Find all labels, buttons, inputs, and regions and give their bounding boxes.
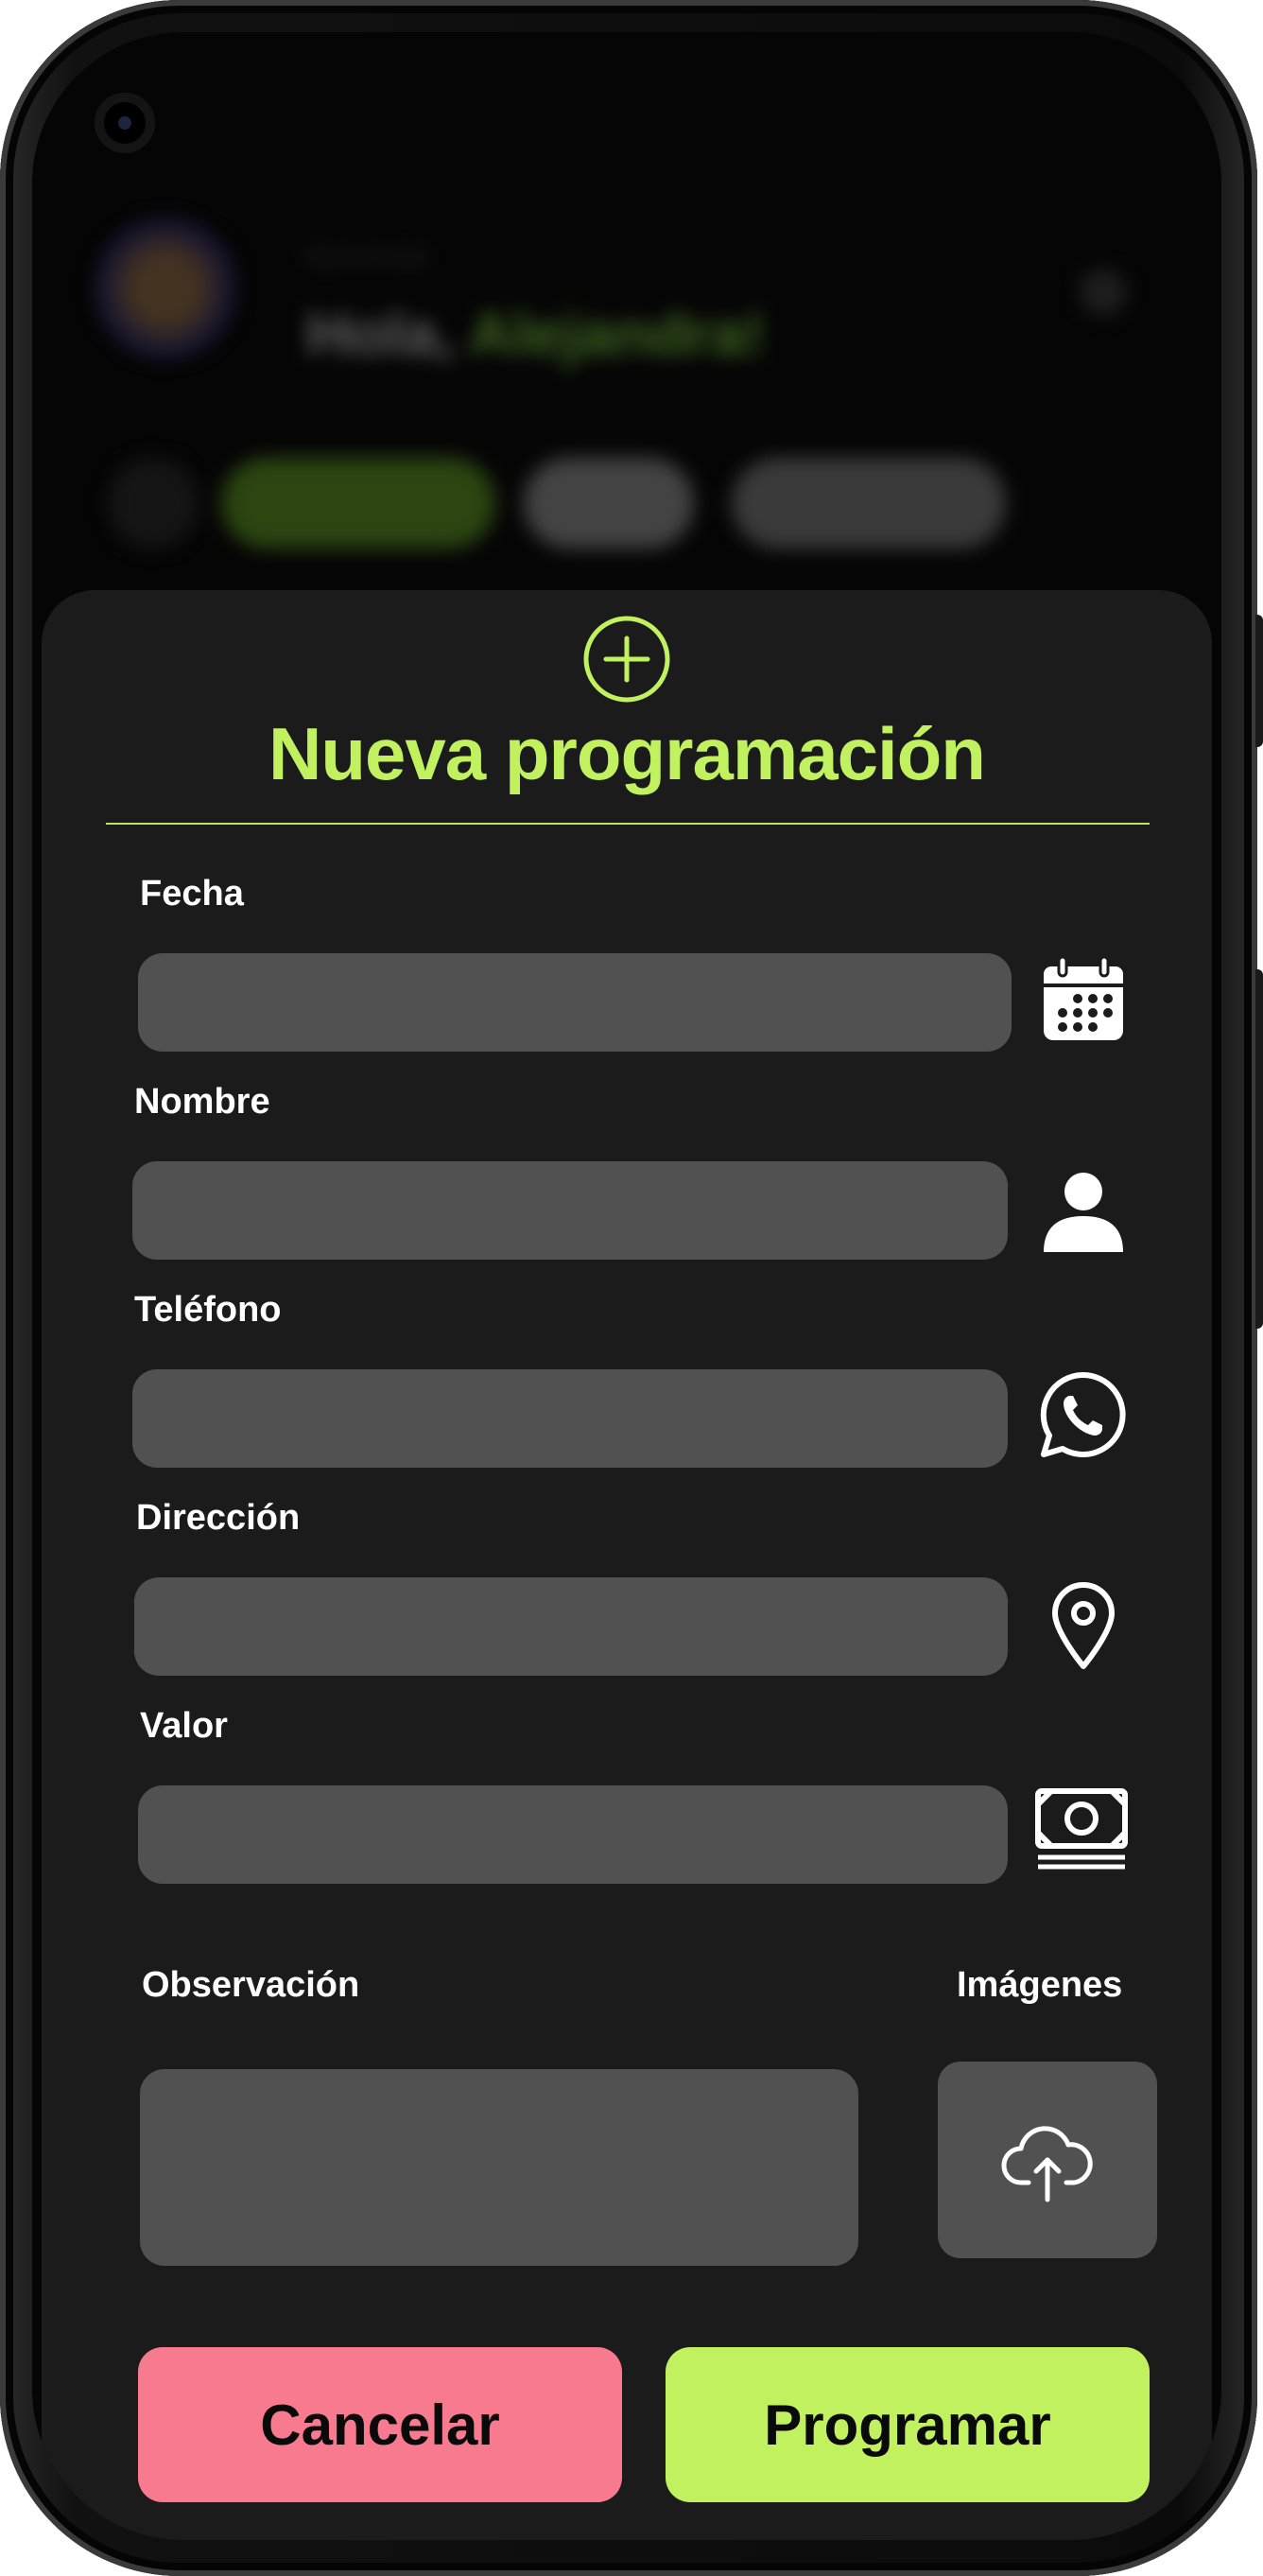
phone-frame: Bienvenida Hola, Alejandra! Nueva progra… <box>0 0 1263 2576</box>
cloud-upload-icon <box>1001 2126 1093 2202</box>
power-button <box>1255 969 1263 1329</box>
volume-button <box>1255 615 1263 747</box>
filter-pill <box>221 458 495 548</box>
screen: Bienvenida Hola, Alejandra! Nueva progra… <box>32 32 1221 2540</box>
cancel-button[interactable]: Cancelar <box>138 2347 622 2502</box>
user-icon <box>1044 1173 1123 1252</box>
fecha-label: Fecha <box>140 874 244 914</box>
front-camera <box>104 102 146 144</box>
calendar-icon[interactable] <box>1036 953 1131 1048</box>
fecha-input[interactable] <box>138 953 1012 1052</box>
telefono-label: Teléfono <box>134 1290 282 1330</box>
observacion-label: Observación <box>142 1965 360 2005</box>
location-pin-icon[interactable] <box>1036 1577 1131 1672</box>
add-circle-icon <box>583 616 670 703</box>
greeting-name: Alejandra! <box>468 300 765 368</box>
submit-button[interactable]: Programar <box>666 2347 1150 2502</box>
filter-pill <box>108 458 199 548</box>
telefono-input[interactable] <box>132 1369 1008 1468</box>
direccion-input[interactable] <box>134 1577 1008 1676</box>
new-schedule-modal: Nueva programación Fecha Nombre Teléfono… <box>42 590 1212 2540</box>
filter-pill <box>732 458 1006 548</box>
notification-icon <box>1080 269 1127 316</box>
nombre-input[interactable] <box>132 1161 1008 1260</box>
greeting: Hola, Alejandra! <box>306 299 765 369</box>
imagenes-label: Imágenes <box>957 1965 1123 2005</box>
valor-input[interactable] <box>138 1785 1008 1884</box>
valor-label: Valor <box>140 1706 228 1746</box>
modal-title: Nueva programación <box>268 712 986 795</box>
welcome-text: Bienvenida <box>306 242 428 270</box>
observacion-textarea[interactable] <box>140 2069 858 2266</box>
avatar <box>95 218 236 359</box>
greeting-hello: Hola, <box>306 300 455 368</box>
nombre-label: Nombre <box>134 1082 270 1122</box>
filter-pill <box>524 458 694 548</box>
background-app: Bienvenida Hola, Alejandra! <box>32 32 1221 600</box>
direccion-label: Dirección <box>136 1498 301 1538</box>
title-divider <box>106 823 1150 825</box>
image-upload-button[interactable] <box>938 2062 1157 2258</box>
whatsapp-icon[interactable] <box>1036 1367 1131 1462</box>
money-icon <box>1035 1788 1128 1870</box>
